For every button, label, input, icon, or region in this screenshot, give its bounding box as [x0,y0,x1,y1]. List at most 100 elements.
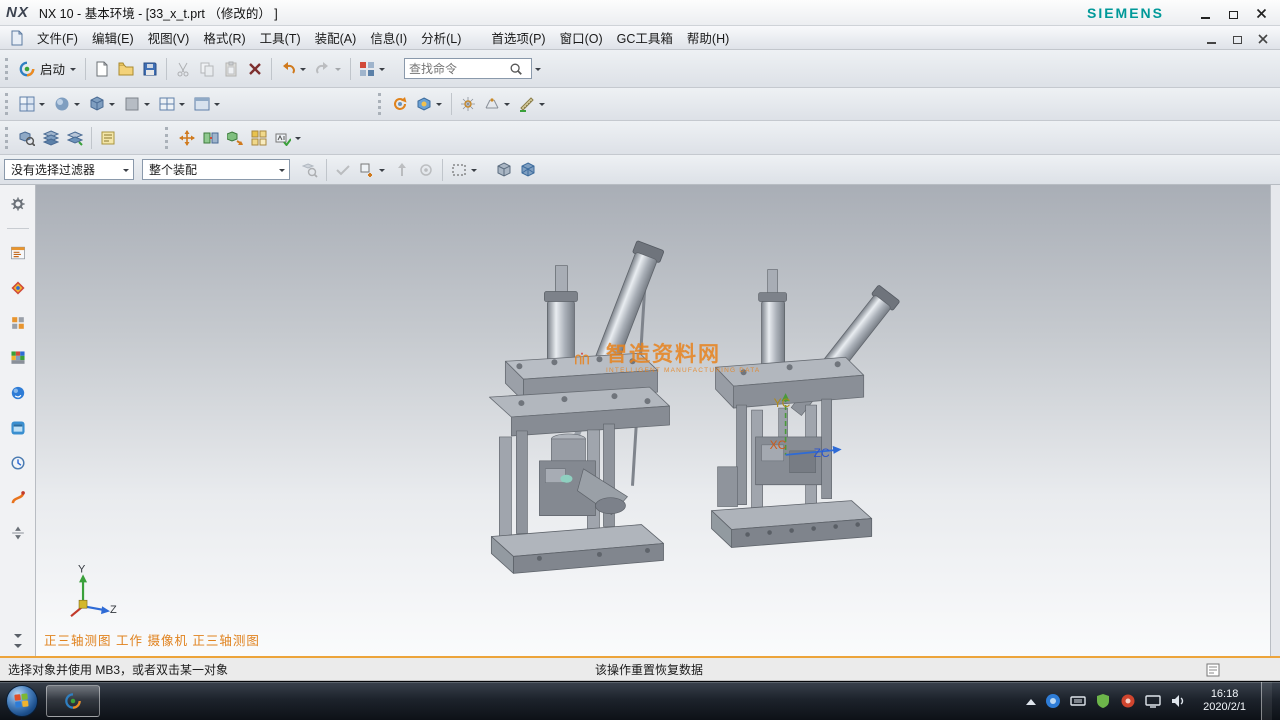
search-chevron-icon[interactable] [535,68,541,74]
left-fixture-model[interactable] [489,241,669,574]
delete-button[interactable] [243,55,267,83]
maximize-button[interactable] [1226,7,1240,19]
snap-point-button[interactable] [456,92,480,116]
toolbar-drag-handle[interactable] [5,93,10,115]
show-desktop-button[interactable] [1261,682,1272,720]
note-button[interactable] [96,126,120,150]
history-icon[interactable] [7,452,29,474]
menu-file[interactable]: 文件(F) [30,25,85,50]
menu-preferences[interactable]: 首选项(P) [484,25,552,50]
save-button[interactable] [138,55,162,83]
wireframe-cube-button[interactable] [516,158,540,182]
keyboard-layout-icon[interactable] [1070,693,1086,709]
snap-point-options-button[interactable] [480,92,515,116]
measure-button[interactable] [515,92,550,116]
rectangle-select-button[interactable] [447,158,482,182]
messenger-tray-icon[interactable] [1120,693,1136,709]
command-finder[interactable] [404,58,532,79]
process-studio-icon[interactable] [7,487,29,509]
right-fixture-model[interactable] [712,270,900,548]
wcs-zc-label: ZC [814,446,830,460]
selection-filter-combo[interactable]: 没有选择过滤器 [4,159,134,180]
volume-icon[interactable] [1170,693,1186,709]
assembly-constraints-button[interactable] [199,126,223,150]
start-menu-button[interactable]: 启动 [15,55,81,83]
measure-ruler-icon [518,95,536,113]
start-button[interactable] [6,685,38,717]
resource-bar-collapse-button[interactable] [14,634,22,652]
menu-tools[interactable]: 工具(T) [253,25,308,50]
roles-gear-icon[interactable] [7,193,29,215]
menu-window[interactable]: 窗口(O) [553,25,610,50]
menu-edit[interactable]: 编辑(E) [85,25,141,50]
menu-information[interactable]: 信息(I) [363,25,414,50]
render-style-button[interactable] [50,92,85,116]
select-previous-button [414,158,438,182]
splitter-handle-icon[interactable] [7,522,29,544]
assembly-navigator-icon[interactable] [7,242,29,264]
selection-scope-combo[interactable]: 整个装配 [142,159,290,180]
toolbar-drag-handle[interactable] [378,93,383,115]
document-icon [8,29,26,47]
status-prompt: 选择对象并使用 MB3，或者双击某一对象 [0,661,228,678]
shaded-cube-button[interactable] [492,158,516,182]
wave-geometry-icon [226,129,244,147]
background-chevron-icon [144,103,150,109]
doc-close-button[interactable] [1256,32,1270,44]
undo-chevron-icon [300,68,306,74]
background-button[interactable] [120,92,155,116]
help-tray-icon[interactable] [1045,693,1061,709]
component-layers-button[interactable] [39,126,63,150]
verify-check-button[interactable] [271,126,306,150]
hd3d-tools-icon[interactable] [7,382,29,404]
web-browser-icon[interactable] [7,417,29,439]
undo-button[interactable] [276,55,311,83]
toolbar-drag-handle[interactable] [165,127,170,149]
window-layout-button[interactable] [355,55,390,83]
security-tray-icon[interactable] [1095,693,1111,709]
visualization-button[interactable] [412,92,447,116]
menu-gc-toolbox[interactable]: GC工具箱 [610,25,680,50]
constraint-navigator-icon[interactable] [7,277,29,299]
display-tray-icon[interactable] [1145,693,1161,709]
move-component-icon [178,129,196,147]
hidden-icons-button[interactable] [1026,694,1036,705]
find-component-button[interactable] [15,126,39,150]
menu-view[interactable]: 视图(V) [141,25,197,50]
close-button[interactable] [1254,7,1268,19]
part-navigator-icon[interactable] [7,312,29,334]
snap-crosshair-icon [459,95,477,113]
move-component-button[interactable] [175,126,199,150]
pattern-component-button[interactable] [247,126,271,150]
nx-application-window: NX NX 10 - 基本环境 - [33_x_t.prt （修改的） ] SI… [0,0,1280,720]
view-window-button[interactable] [190,92,225,116]
windows-flag-icon [14,693,29,708]
menu-format[interactable]: 格式(R) [196,25,252,50]
assembly-toolbar [0,121,1280,155]
new-file-button[interactable] [90,55,114,83]
doc-restore-button[interactable] [1230,32,1244,44]
menu-analysis[interactable]: 分析(L) [414,25,468,50]
select-append-button[interactable] [355,158,390,182]
wave-geometry-button[interactable] [223,126,247,150]
menu-help[interactable]: 帮助(H) [680,25,736,50]
layers-stack-icon [42,129,60,147]
orient-view-button[interactable] [15,92,50,116]
view-layout-button[interactable] [155,92,190,116]
graphics-viewport[interactable]: YC XC ZC Y Z [36,185,1270,656]
command-search-input[interactable] [409,62,509,76]
rotate-view-button[interactable] [388,92,412,116]
wireframe-cube-icon [519,161,537,179]
minimize-button[interactable] [1198,7,1212,19]
menu-assemblies[interactable]: 装配(A) [308,25,364,50]
toolbar-drag-handle[interactable] [5,127,10,149]
taskbar-clock[interactable]: 16:18 2020/2/1 [1203,688,1246,714]
toolbar-drag-handle[interactable] [5,58,10,80]
doc-minimize-button[interactable] [1204,32,1218,44]
show-hide-button[interactable] [85,92,120,116]
status-dialog-icon[interactable] [1204,661,1222,679]
open-file-button[interactable] [114,55,138,83]
reuse-library-icon[interactable] [7,347,29,369]
work-layer-button[interactable] [63,126,87,150]
taskbar-nx-button[interactable] [46,685,100,717]
